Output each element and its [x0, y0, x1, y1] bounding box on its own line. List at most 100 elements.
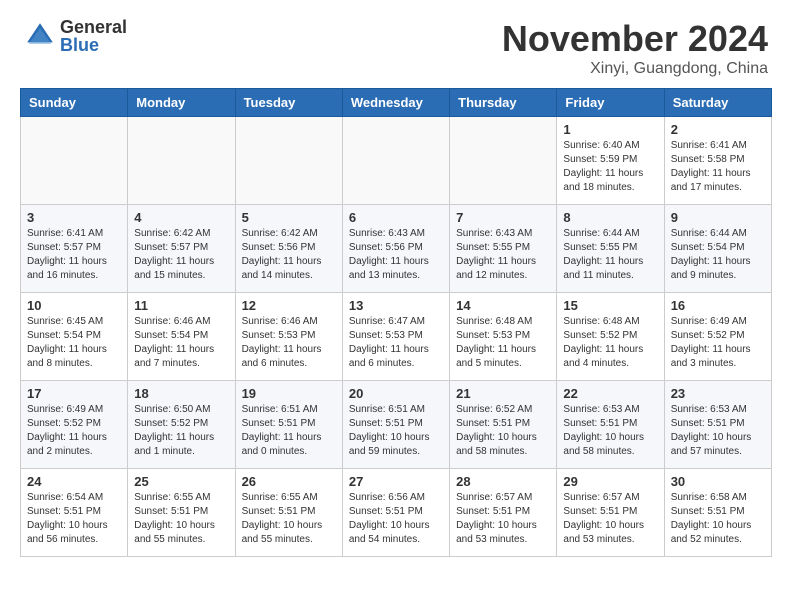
calendar-day: 6 Sunrise: 6:43 AMSunset: 5:56 PMDaylight…	[342, 205, 449, 293]
day-number: 5	[242, 210, 336, 225]
calendar-day: 14 Sunrise: 6:48 AMSunset: 5:53 PMDayligh…	[450, 293, 557, 381]
calendar-day: 23 Sunrise: 6:53 AMSunset: 5:51 PMDayligh…	[664, 381, 771, 469]
day-info: Sunrise: 6:43 AMSunset: 5:55 PMDaylight:…	[456, 227, 550, 283]
day-number: 18	[134, 386, 228, 401]
day-number: 25	[134, 474, 228, 489]
day-number: 15	[563, 298, 657, 313]
logo-general-text: General	[60, 18, 127, 36]
calendar-day: 3 Sunrise: 6:41 AMSunset: 5:57 PMDaylight…	[21, 205, 128, 293]
day-number: 20	[349, 386, 443, 401]
day-info: Sunrise: 6:56 AMSunset: 5:51 PMDaylight:…	[349, 491, 443, 547]
day-info: Sunrise: 6:50 AMSunset: 5:52 PMDaylight:…	[134, 403, 228, 459]
header-thursday: Thursday	[450, 89, 557, 117]
day-info: Sunrise: 6:46 AMSunset: 5:53 PMDaylight:…	[242, 315, 336, 371]
calendar-day: 29 Sunrise: 6:57 AMSunset: 5:51 PMDayligh…	[557, 469, 664, 557]
day-info: Sunrise: 6:53 AMSunset: 5:51 PMDaylight:…	[563, 403, 657, 459]
day-info: Sunrise: 6:48 AMSunset: 5:53 PMDaylight:…	[456, 315, 550, 371]
day-number: 17	[27, 386, 121, 401]
header-monday: Monday	[128, 89, 235, 117]
day-number: 2	[671, 122, 765, 137]
day-info: Sunrise: 6:55 AMSunset: 5:51 PMDaylight:…	[242, 491, 336, 547]
calendar-day: 21Sunrise: 6:52 AMSunset: 5:51 PMDayligh…	[450, 381, 557, 469]
calendar-day: 17 Sunrise: 6:49 AMSunset: 5:52 PMDayligh…	[21, 381, 128, 469]
calendar-day: 27 Sunrise: 6:56 AMSunset: 5:51 PMDayligh…	[342, 469, 449, 557]
calendar-day: 13 Sunrise: 6:47 AMSunset: 5:53 PMDayligh…	[342, 293, 449, 381]
calendar-table: Sunday Monday Tuesday Wednesday Thursday…	[20, 88, 772, 557]
day-number: 10	[27, 298, 121, 313]
calendar-day: 28Sunrise: 6:57 AMSunset: 5:51 PMDayligh…	[450, 469, 557, 557]
day-number: 4	[134, 210, 228, 225]
day-number: 19	[242, 386, 336, 401]
calendar-day: 24 Sunrise: 6:54 AMSunset: 5:51 PMDayligh…	[21, 469, 128, 557]
header-sunday: Sunday	[21, 89, 128, 117]
day-info: Sunrise: 6:44 AMSunset: 5:55 PMDaylight:…	[563, 227, 657, 283]
calendar-day	[235, 117, 342, 205]
month-title: November 2024	[502, 18, 768, 60]
day-number: 29	[563, 474, 657, 489]
day-number: 26	[242, 474, 336, 489]
day-info: Sunrise: 6:49 AMSunset: 5:52 PMDaylight:…	[27, 403, 121, 459]
day-info: Sunrise: 6:47 AMSunset: 5:53 PMDaylight:…	[349, 315, 443, 371]
day-number: 13	[349, 298, 443, 313]
calendar-day: 1 Sunrise: 6:40 AMSunset: 5:59 PMDaylight…	[557, 117, 664, 205]
day-info: Sunrise: 6:57 AMSunset: 5:51 PMDaylight:…	[456, 491, 550, 547]
day-number: 12	[242, 298, 336, 313]
day-info: Sunrise: 6:44 AMSunset: 5:54 PMDaylight:…	[671, 227, 765, 283]
day-info: Sunrise: 6:42 AMSunset: 5:56 PMDaylight:…	[242, 227, 336, 283]
day-number: 21	[456, 386, 550, 401]
calendar-day	[21, 117, 128, 205]
day-info: Sunrise: 6:55 AMSunset: 5:51 PMDaylight:…	[134, 491, 228, 547]
title-block: November 2024 Xinyi, Guangdong, China	[502, 18, 768, 78]
calendar-body: 1 Sunrise: 6:40 AMSunset: 5:59 PMDaylight…	[21, 117, 772, 557]
day-number: 6	[349, 210, 443, 225]
calendar-day: 11Sunrise: 6:46 AMSunset: 5:54 PMDayligh…	[128, 293, 235, 381]
calendar-wrapper: Sunday Monday Tuesday Wednesday Thursday…	[0, 88, 792, 567]
day-info: Sunrise: 6:45 AMSunset: 5:54 PMDaylight:…	[27, 315, 121, 371]
day-info: Sunrise: 6:41 AMSunset: 5:58 PMDaylight:…	[671, 139, 765, 195]
day-info: Sunrise: 6:54 AMSunset: 5:51 PMDaylight:…	[27, 491, 121, 547]
location-subtitle: Xinyi, Guangdong, China	[502, 60, 768, 78]
weekday-header-row: Sunday Monday Tuesday Wednesday Thursday…	[21, 89, 772, 117]
day-number: 24	[27, 474, 121, 489]
day-info: Sunrise: 6:40 AMSunset: 5:59 PMDaylight:…	[563, 139, 657, 195]
day-number: 1	[563, 122, 657, 137]
calendar-day: 22 Sunrise: 6:53 AMSunset: 5:51 PMDayligh…	[557, 381, 664, 469]
day-info: Sunrise: 6:43 AMSunset: 5:56 PMDaylight:…	[349, 227, 443, 283]
day-info: Sunrise: 6:53 AMSunset: 5:51 PMDaylight:…	[671, 403, 765, 459]
calendar-day: 18 Sunrise: 6:50 AMSunset: 5:52 PMDayligh…	[128, 381, 235, 469]
day-number: 11	[134, 298, 228, 313]
day-number: 3	[27, 210, 121, 225]
day-info: Sunrise: 6:42 AMSunset: 5:57 PMDaylight:…	[134, 227, 228, 283]
calendar-week-row: 17 Sunrise: 6:49 AMSunset: 5:52 PMDayligh…	[21, 381, 772, 469]
calendar-day: 10 Sunrise: 6:45 AMSunset: 5:54 PMDayligh…	[21, 293, 128, 381]
calendar-day: 8Sunrise: 6:44 AMSunset: 5:55 PMDaylight…	[557, 205, 664, 293]
calendar-day: 4 Sunrise: 6:42 AMSunset: 5:57 PMDaylight…	[128, 205, 235, 293]
day-info: Sunrise: 6:58 AMSunset: 5:51 PMDaylight:…	[671, 491, 765, 547]
day-info: Sunrise: 6:51 AMSunset: 5:51 PMDaylight:…	[242, 403, 336, 459]
header-tuesday: Tuesday	[235, 89, 342, 117]
day-info: Sunrise: 6:41 AMSunset: 5:57 PMDaylight:…	[27, 227, 121, 283]
calendar-day: 19 Sunrise: 6:51 AMSunset: 5:51 PMDayligh…	[235, 381, 342, 469]
header-wednesday: Wednesday	[342, 89, 449, 117]
logo-blue-text: Blue	[60, 36, 127, 54]
day-info: Sunrise: 6:49 AMSunset: 5:52 PMDaylight:…	[671, 315, 765, 371]
day-number: 27	[349, 474, 443, 489]
calendar-day: 15Sunrise: 6:48 AMSunset: 5:52 PMDayligh…	[557, 293, 664, 381]
calendar-week-row: 1 Sunrise: 6:40 AMSunset: 5:59 PMDaylight…	[21, 117, 772, 205]
calendar-day: 16Sunrise: 6:49 AMSunset: 5:52 PMDayligh…	[664, 293, 771, 381]
calendar-week-row: 24 Sunrise: 6:54 AMSunset: 5:51 PMDayligh…	[21, 469, 772, 557]
calendar-day	[342, 117, 449, 205]
day-info: Sunrise: 6:57 AMSunset: 5:51 PMDaylight:…	[563, 491, 657, 547]
day-number: 14	[456, 298, 550, 313]
calendar-day: 26 Sunrise: 6:55 AMSunset: 5:51 PMDayligh…	[235, 469, 342, 557]
logo: General Blue	[24, 18, 127, 54]
day-number: 22	[563, 386, 657, 401]
calendar-day: 7Sunrise: 6:43 AMSunset: 5:55 PMDaylight…	[450, 205, 557, 293]
calendar-day: 12 Sunrise: 6:46 AMSunset: 5:53 PMDayligh…	[235, 293, 342, 381]
calendar-day: 5 Sunrise: 6:42 AMSunset: 5:56 PMDaylight…	[235, 205, 342, 293]
calendar-day	[450, 117, 557, 205]
day-number: 23	[671, 386, 765, 401]
day-number: 30	[671, 474, 765, 489]
header-friday: Friday	[557, 89, 664, 117]
day-number: 9	[671, 210, 765, 225]
